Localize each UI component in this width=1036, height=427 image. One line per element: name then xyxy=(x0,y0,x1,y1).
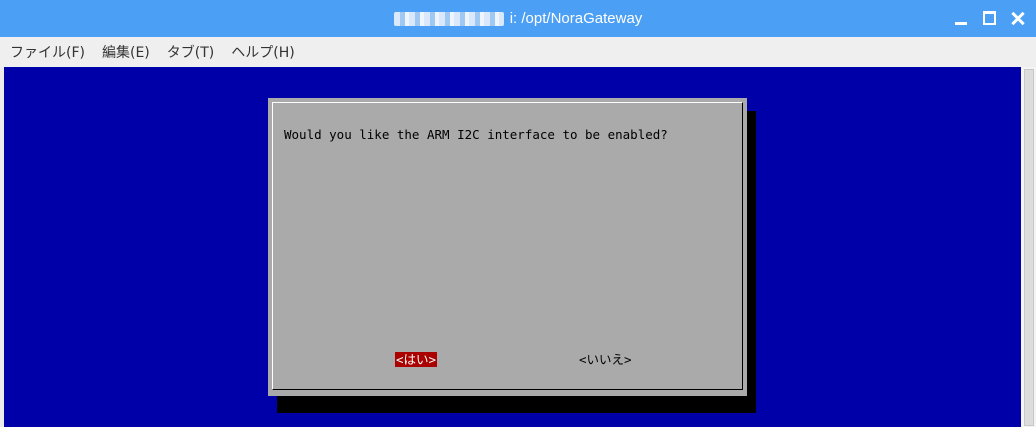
minimize-icon[interactable] xyxy=(952,9,970,27)
menu-edit[interactable]: 編集(E) xyxy=(95,42,157,62)
window-title: i: /opt/NoraGateway xyxy=(509,10,643,27)
menu-bar: ファイル(F) 編集(E) タブ(T) ヘルプ(H) xyxy=(0,37,1036,67)
menu-file[interactable]: ファイル(F) xyxy=(3,42,92,62)
menu-tab[interactable]: タブ(T) xyxy=(160,42,221,62)
window-titlebar[interactable]: i: /opt/NoraGateway xyxy=(0,0,1036,37)
raspi-config-dialog: Would you like the ARM I2C interface to … xyxy=(268,98,747,396)
maximize-icon[interactable] xyxy=(981,9,999,27)
terminal-scrollbar[interactable] xyxy=(1021,67,1036,427)
blurred-hostname xyxy=(393,11,504,26)
no-button[interactable]: <いいえ> xyxy=(579,352,632,367)
scrollbar-thumb[interactable] xyxy=(1024,69,1034,426)
dialog-message: Would you like the ARM I2C interface to … xyxy=(284,127,668,142)
yes-button[interactable]: <はい> xyxy=(395,352,438,367)
dialog-frame xyxy=(272,102,743,390)
close-icon[interactable] xyxy=(1009,9,1027,27)
menu-help[interactable]: ヘルプ(H) xyxy=(224,42,301,62)
